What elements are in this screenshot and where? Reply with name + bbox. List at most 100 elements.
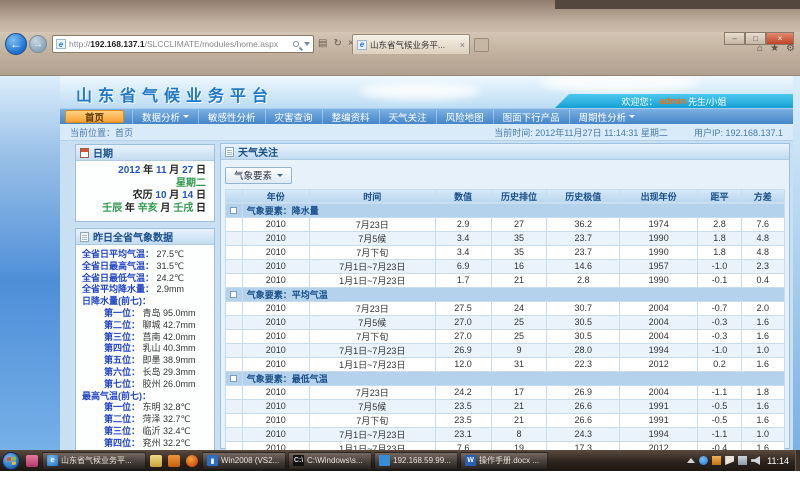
table-cell: 2.8	[698, 217, 741, 231]
nav-item-3[interactable]: 敏感性分析	[198, 110, 265, 124]
section-checkbox[interactable]	[230, 291, 237, 298]
home-icon[interactable]: ⌂	[757, 43, 763, 54]
address-bar[interactable]: e http://192.168.137.1/SLCCLIMATE/module…	[52, 35, 314, 53]
table-cell: -0.7	[698, 301, 741, 315]
dropdown-arrow-icon	[629, 115, 635, 118]
nav-item-7[interactable]: 风险地图	[436, 110, 493, 124]
volume-icon[interactable]	[751, 456, 760, 465]
pinned-orange-icon[interactable]	[168, 455, 180, 467]
tray-app-icon[interactable]	[699, 456, 708, 465]
explorer-icon[interactable]	[150, 455, 162, 467]
nav-item-label: 图面下行产品	[503, 110, 560, 124]
table-cell: 1990	[620, 245, 698, 259]
page-banner: 山东省气候业务平台 欢迎您：admin先生/小姐	[60, 76, 793, 108]
screenshot-margin	[0, 471, 800, 500]
start-button[interactable]	[2, 452, 20, 470]
row-checkbox-cell	[226, 259, 243, 273]
table-row[interactable]: 20107月1日~7月23日26.9928.01994-1.01.0	[226, 343, 785, 357]
table-cell: 35	[491, 245, 547, 259]
table-cell: 1.7	[435, 273, 491, 287]
pinned-app-icon[interactable]	[26, 455, 38, 467]
tray-expand-icon[interactable]	[687, 458, 695, 463]
section-title: 气象要素：降水量	[242, 203, 784, 217]
media-player-icon[interactable]	[186, 455, 198, 467]
nav-item-2[interactable]: 数据分析	[132, 110, 198, 124]
taskbar-clock[interactable]: 11:14	[767, 456, 789, 466]
table-cell: 35	[491, 231, 547, 245]
tab-close-icon[interactable]: ×	[460, 40, 465, 50]
nav-item-4[interactable]: 灾害查询	[265, 110, 322, 124]
section-header-row[interactable]: 气象要素：最低气温	[226, 371, 785, 385]
minimize-button[interactable]: –	[724, 32, 745, 45]
table-cell: 0.2	[698, 357, 741, 371]
section-checkbox[interactable]	[230, 375, 237, 382]
network-icon[interactable]	[738, 456, 747, 465]
ie-tab-icon: e	[357, 40, 367, 50]
table-row[interactable]: 20101月1日~7月23日1.7212.81990-0.10.4	[226, 273, 785, 287]
compatibility-icon[interactable]: ▤	[318, 38, 327, 49]
task-button-word[interactable]: W操作手册.docx ...	[460, 452, 548, 469]
table-cell: 7月23日	[309, 217, 435, 231]
section-header-row[interactable]: 气象要素：降水量	[226, 203, 785, 217]
refresh-icon[interactable]: ↻	[333, 38, 341, 49]
table-cell: -0.5	[698, 399, 741, 413]
table-cell: 7月下旬	[309, 413, 435, 427]
nav-item-1[interactable]: 首页	[65, 110, 124, 123]
weather-stat: 第三位： 莒南 42.0mm	[82, 332, 212, 344]
ie-taskbar-button[interactable]: e 山东省气候业务平...	[42, 452, 146, 469]
table-cell: 1.6	[741, 357, 784, 371]
table-row[interactable]: 20107月23日24.21726.92004-1.11.8	[226, 385, 785, 399]
task-button-2[interactable]: C:\C:\Windows\s...	[288, 452, 372, 469]
table-row[interactable]: 20107月下旬3.43523.719901.84.8	[226, 245, 785, 259]
new-tab-button[interactable]	[474, 38, 489, 52]
flag-icon[interactable]	[725, 456, 734, 465]
table-cell: 7月5候	[309, 231, 435, 245]
nav-item-9[interactable]: 周期性分析	[569, 110, 645, 124]
table-cell: 2010	[242, 259, 309, 273]
table-cell: 7月23日	[309, 385, 435, 399]
table-row[interactable]: 20107月下旬23.52126.61991-0.51.6	[226, 413, 785, 427]
table-row[interactable]: 20107月5候23.52126.61991-0.51.6	[226, 399, 785, 413]
screen: ← → e http://192.168.137.1/SLCCLIMATE/mo…	[0, 0, 800, 500]
nav-item-8[interactable]: 图面下行产品	[493, 110, 569, 124]
table-cell: 2.8	[547, 273, 620, 287]
table-cell: 23.5	[435, 413, 491, 427]
table-row[interactable]: 20107月5候27.02530.52004-0.31.6	[226, 315, 785, 329]
table-cell: 2004	[620, 301, 698, 315]
table-row[interactable]: 20107月1日~7月23日6.91614.61957-1.02.3	[226, 259, 785, 273]
background-window-bar	[555, 0, 800, 9]
nav-item-5[interactable]: 整编资料	[322, 110, 379, 124]
favorites-star-icon[interactable]: ★	[770, 43, 779, 54]
table-row[interactable]: 20107月5候3.43523.719901.84.8	[226, 231, 785, 245]
task-button-3[interactable]: 192.168.59.99...	[374, 452, 458, 469]
table-cell: 1.8	[741, 385, 784, 399]
table-cell: 1994	[620, 343, 698, 357]
table-row[interactable]: 20107月23日2.92736.219742.87.6	[226, 217, 785, 231]
nav-item-6[interactable]: 天气关注	[379, 110, 436, 124]
section-title: 气象要素：最低气温	[242, 371, 784, 385]
table-cell: 1994	[620, 427, 698, 441]
action-center-icon[interactable]	[712, 456, 721, 465]
element-filter-button[interactable]: 气象要素	[225, 167, 292, 184]
weather-stat: 第六位： 长岛 29.3mm	[82, 367, 212, 379]
cloud-decoration	[540, 76, 700, 92]
settings-gear-icon[interactable]: ⚙	[786, 43, 795, 54]
address-dropdown-icon[interactable]	[304, 42, 310, 46]
table-row[interactable]: 20101月1日~7月23日12.03122.320120.21.6	[226, 357, 785, 371]
forward-button[interactable]: →	[29, 35, 47, 53]
section-checkbox[interactable]	[230, 207, 237, 214]
table-row[interactable]: 20107月下旬27.02530.52004-0.31.6	[226, 329, 785, 343]
search-icon[interactable]	[293, 41, 299, 47]
task-button-1[interactable]: ▮Win2008 (VS2...	[202, 452, 286, 469]
table-row[interactable]: 20107月23日27.52430.72004-0.72.0	[226, 301, 785, 315]
table-cell: 8	[491, 427, 547, 441]
section-header-row[interactable]: 气象要素：平均气温	[226, 287, 785, 301]
table-row[interactable]: 20107月1日~7月23日23.1824.31994-1.11.0	[226, 427, 785, 441]
browser-tab[interactable]: e 山东省气候业务平... ×	[352, 34, 470, 54]
table-cell: 24.3	[547, 427, 620, 441]
back-button[interactable]: ←	[5, 33, 27, 55]
table-cell: 2010	[242, 343, 309, 357]
show-desktop-button[interactable]	[795, 450, 800, 471]
taskbar: e 山东省气候业务平... ▮Win2008 (VS2... C:\C:\Win…	[0, 450, 800, 471]
column-header: 时间	[309, 189, 435, 203]
